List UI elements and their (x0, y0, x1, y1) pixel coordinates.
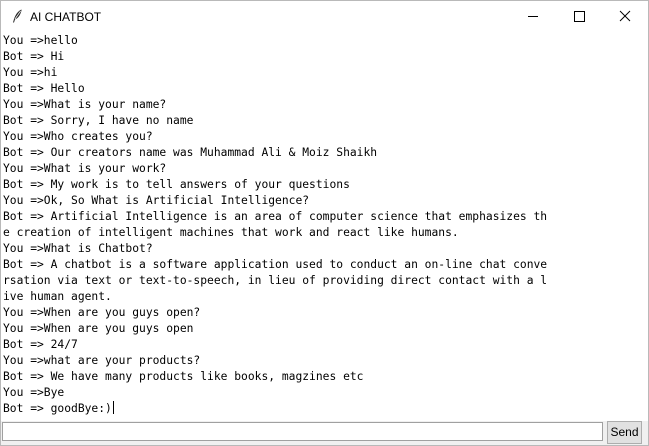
chat-line: You =>What is your work? (3, 162, 167, 175)
chat-line: You =>Ok, So What is Artificial Intellig… (3, 194, 310, 207)
send-button[interactable]: Send (607, 421, 642, 444)
chat-line: Bot => My work is to tell answers of you… (3, 178, 350, 191)
chat-line: You =>When are you guys open (3, 322, 194, 335)
close-button[interactable] (602, 1, 648, 31)
minimize-button[interactable] (510, 1, 556, 31)
chat-line: Bot => We have many products like books,… (3, 370, 364, 383)
chat-line: You =>When are you guys open? (3, 306, 201, 319)
message-input[interactable] (2, 422, 603, 441)
chat-line: You =>What is your name? (3, 98, 167, 111)
maximize-button[interactable] (556, 1, 602, 31)
chat-line: Bot => Hello (3, 82, 85, 95)
chat-line: You =>Bye (3, 386, 65, 399)
chatbot-window: AI CHATBOT You =>hello Bot => Hi You =>hi B… (0, 0, 649, 446)
close-icon (619, 10, 631, 22)
chat-line: ive human agent. (3, 290, 112, 303)
title-bar[interactable]: AI CHATBOT (1, 1, 648, 32)
chat-line: Bot => Sorry, I have no name (3, 114, 194, 127)
text-cursor (112, 401, 114, 414)
chat-line: You =>what are your products? (3, 354, 201, 367)
chat-line: Bot => Our creators name was Muhammad Al… (3, 146, 378, 159)
chat-line: Bot => 24/7 (3, 338, 78, 351)
chat-log[interactable]: You =>hello Bot => Hi You =>hi Bot => Hello… (1, 32, 648, 421)
chat-line: e creation of intelligent machines that … (3, 226, 459, 239)
chat-line: You =>What is Chatbot? (3, 242, 153, 255)
chat-line: Bot => A chatbot is a software applicati… (3, 258, 548, 271)
chat-line: You =>Who creates you? (3, 130, 153, 143)
chat-transcript: You =>hello Bot => Hi You =>hi Bot => Hello… (1, 32, 648, 417)
chat-line: rsation via text or text-to-speech, in l… (3, 274, 548, 287)
chat-line: You =>hello (3, 34, 78, 47)
feather-icon (9, 8, 25, 24)
chat-line: You =>hi (3, 66, 58, 79)
chat-line: Bot => Hi (3, 50, 65, 63)
window-title: AI CHATBOT (30, 10, 102, 24)
minimize-icon (528, 16, 538, 17)
input-bar: Send (1, 421, 648, 445)
chat-line: Bot => Artificial Intelligence is an are… (3, 210, 548, 223)
chat-line: Bot => goodBye:) (3, 401, 114, 415)
maximize-icon (574, 11, 585, 22)
